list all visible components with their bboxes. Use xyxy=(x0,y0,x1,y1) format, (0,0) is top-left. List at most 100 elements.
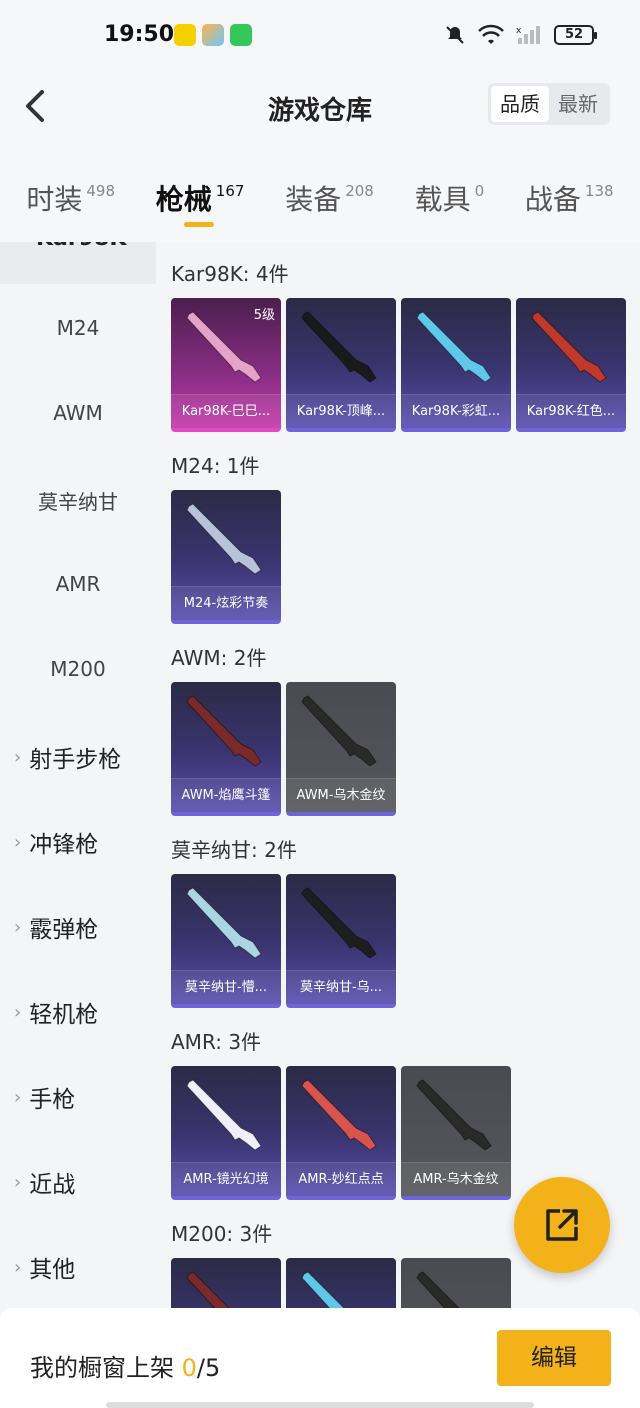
message-notification-icon xyxy=(230,24,252,46)
tab-label: 枪械 xyxy=(155,183,212,216)
category-tabs: 时装 498 枪械 167 装备 208 载具 0 战备 138 xyxy=(0,150,640,242)
signal-icon: x xyxy=(516,26,540,44)
rifle-icon xyxy=(186,695,262,767)
sidebar-category-lmg[interactable]: › 轻机枪 xyxy=(14,995,98,1029)
sidebar-category-label: 霰弹枪 xyxy=(29,917,99,943)
sidebar-category-label: 其他 xyxy=(29,1257,76,1283)
chevron-right-icon: › xyxy=(14,1001,22,1023)
tab-equipment[interactable]: 装备 208 xyxy=(285,150,374,242)
sidebar-category-pistol[interactable]: › 手枪 xyxy=(14,1080,75,1114)
weapon-card[interactable]: Kar98K-彩虹... xyxy=(401,298,511,432)
sidebar-category-melee[interactable]: › 近战 xyxy=(14,1165,75,1199)
weapon-card[interactable]: AWM-乌木金纹 xyxy=(286,682,396,816)
showcase-label: 我的橱窗上架 xyxy=(30,1354,182,1382)
tab-label: 时装 xyxy=(26,183,83,216)
chevron-right-icon: › xyxy=(14,1086,22,1108)
game-notification-icon xyxy=(202,24,224,46)
tab-vehicles[interactable]: 载具 0 xyxy=(415,150,485,242)
weapon-card[interactable]: AMR-乌木金纹 xyxy=(401,1066,511,1200)
rifle-icon xyxy=(301,1079,377,1151)
sidebar-category-label: 冲锋枪 xyxy=(29,832,99,858)
group-title: M24: 1件 xyxy=(171,454,260,478)
weapon-card[interactable]: M24-炫彩节奏 xyxy=(171,490,281,624)
rifle-icon xyxy=(301,887,377,959)
group-title: 莫辛纳甘: 2件 xyxy=(171,838,297,862)
weapon-name: AMR-乌木金纹 xyxy=(401,1162,511,1196)
sidebar-item-mosin[interactable]: 莫辛纳甘 xyxy=(0,486,156,515)
sidebar-category-shotgun[interactable]: › 霰弹枪 xyxy=(14,910,98,944)
weapon-card[interactable]: Kar98K-红色... xyxy=(516,298,626,432)
rifle-icon xyxy=(186,1271,230,1308)
weapon-card[interactable]: AMR-镜光幻境 xyxy=(171,1066,281,1200)
weapon-name: AWM-焰鹰斗篷 xyxy=(171,778,281,812)
weapon-name: 莫辛纳甘-懵... xyxy=(171,970,281,1004)
weapon-card[interactable]: 5级 Kar98K-巳巳... xyxy=(171,298,281,432)
bottom-bar: 我的橱窗上架 0/5 编辑 xyxy=(0,1308,640,1408)
battery-icon: 52 xyxy=(554,25,597,45)
sidebar-item-label: Kar98K xyxy=(36,242,126,251)
tab-count: 167 xyxy=(215,182,245,200)
sidebar-category-smg[interactable]: › 冲锋枪 xyxy=(14,825,98,859)
level-badge: 5级 xyxy=(253,308,275,323)
sidebar-category-other[interactable]: › 其他 xyxy=(14,1250,75,1284)
weapon-sidebar: Kar98K M24 AWM 莫辛纳甘 AMR M200 ›射手步枪 ›冲锋枪 … xyxy=(0,242,156,1308)
status-app-icons xyxy=(174,24,252,46)
header: 游戏仓库 品质 最新 xyxy=(0,70,640,150)
sort-by-newest[interactable]: 最新 xyxy=(549,86,607,122)
tab-label: 战备 xyxy=(524,183,581,216)
showcase-status: 我的橱窗上架 0/5 xyxy=(30,1348,220,1383)
home-indicator xyxy=(106,1402,534,1408)
rifle-icon xyxy=(531,311,607,383)
sidebar-category-label: 近战 xyxy=(29,1172,76,1198)
sort-by-quality[interactable]: 品质 xyxy=(491,86,549,122)
sidebar-category-label: 手枪 xyxy=(29,1087,76,1113)
group-title: AWM: 2件 xyxy=(171,646,267,670)
status-bar: 19:50 x 52 xyxy=(0,0,640,70)
weapon-name: M24-炫彩节奏 xyxy=(171,586,281,620)
share-button[interactable] xyxy=(514,1177,610,1273)
active-tab-indicator xyxy=(183,222,214,227)
weapon-card[interactable] xyxy=(171,1258,281,1308)
weapon-name: Kar98K-红色... xyxy=(516,394,626,428)
weapon-card[interactable]: 莫辛纳甘-乌... xyxy=(286,874,396,1008)
sidebar-item-m200[interactable]: M200 xyxy=(0,657,156,681)
weapon-card[interactable] xyxy=(401,1258,511,1308)
sidebar-item-kar98k[interactable]: Kar98K xyxy=(0,242,156,284)
sidebar-category-label: 轻机枪 xyxy=(29,1002,99,1028)
weapon-name: Kar98K-顶峰... xyxy=(286,394,396,428)
weapon-name: Kar98K-巳巳... xyxy=(171,394,281,428)
weapon-card[interactable] xyxy=(286,1258,396,1308)
weapon-name: AMR-妙红点点 xyxy=(286,1162,396,1196)
weapon-card[interactable]: 莫辛纳甘-懵... xyxy=(171,874,281,1008)
rifle-icon xyxy=(416,1079,492,1151)
tab-supplies[interactable]: 战备 138 xyxy=(525,150,614,242)
tab-fashion[interactable]: 时装 498 xyxy=(26,150,115,242)
weapon-name: Kar98K-彩虹... xyxy=(401,394,511,428)
weapon-card[interactable]: AMR-妙红点点 xyxy=(286,1066,396,1200)
rifle-icon xyxy=(416,1271,460,1308)
rifle-icon xyxy=(301,311,377,383)
weapon-name: 莫辛纳甘-乌... xyxy=(286,970,396,1004)
rifle-icon xyxy=(186,503,262,575)
chevron-right-icon: › xyxy=(14,746,22,768)
weapon-name: AMR-镜光幻境 xyxy=(171,1162,281,1196)
sidebar-category-label: 射手步枪 xyxy=(29,747,122,773)
sidebar-item-awm[interactable]: AWM xyxy=(0,401,156,425)
sidebar-item-amr[interactable]: AMR xyxy=(0,572,156,596)
group-title: AMR: 3件 xyxy=(171,1030,262,1054)
sidebar-item-m24[interactable]: M24 xyxy=(0,316,156,340)
chevron-right-icon: › xyxy=(14,916,22,938)
tab-count: 208 xyxy=(345,182,374,200)
weapon-card[interactable]: Kar98K-顶峰... xyxy=(286,298,396,432)
group-title: M200: 3件 xyxy=(171,1222,273,1246)
sidebar-category-dmr[interactable]: › 射手步枪 xyxy=(14,740,121,774)
chevron-right-icon: › xyxy=(14,1171,22,1193)
mute-icon xyxy=(446,26,464,44)
edit-button[interactable]: 编辑 xyxy=(497,1330,611,1386)
tab-firearms[interactable]: 枪械 167 xyxy=(155,150,245,242)
weapon-card[interactable]: AWM-焰鹰斗篷 xyxy=(171,682,281,816)
tab-count: 498 xyxy=(86,182,116,200)
rifle-icon xyxy=(301,1271,345,1308)
tab-count: 0 xyxy=(474,182,485,200)
showcase-current: 0 xyxy=(181,1354,197,1382)
